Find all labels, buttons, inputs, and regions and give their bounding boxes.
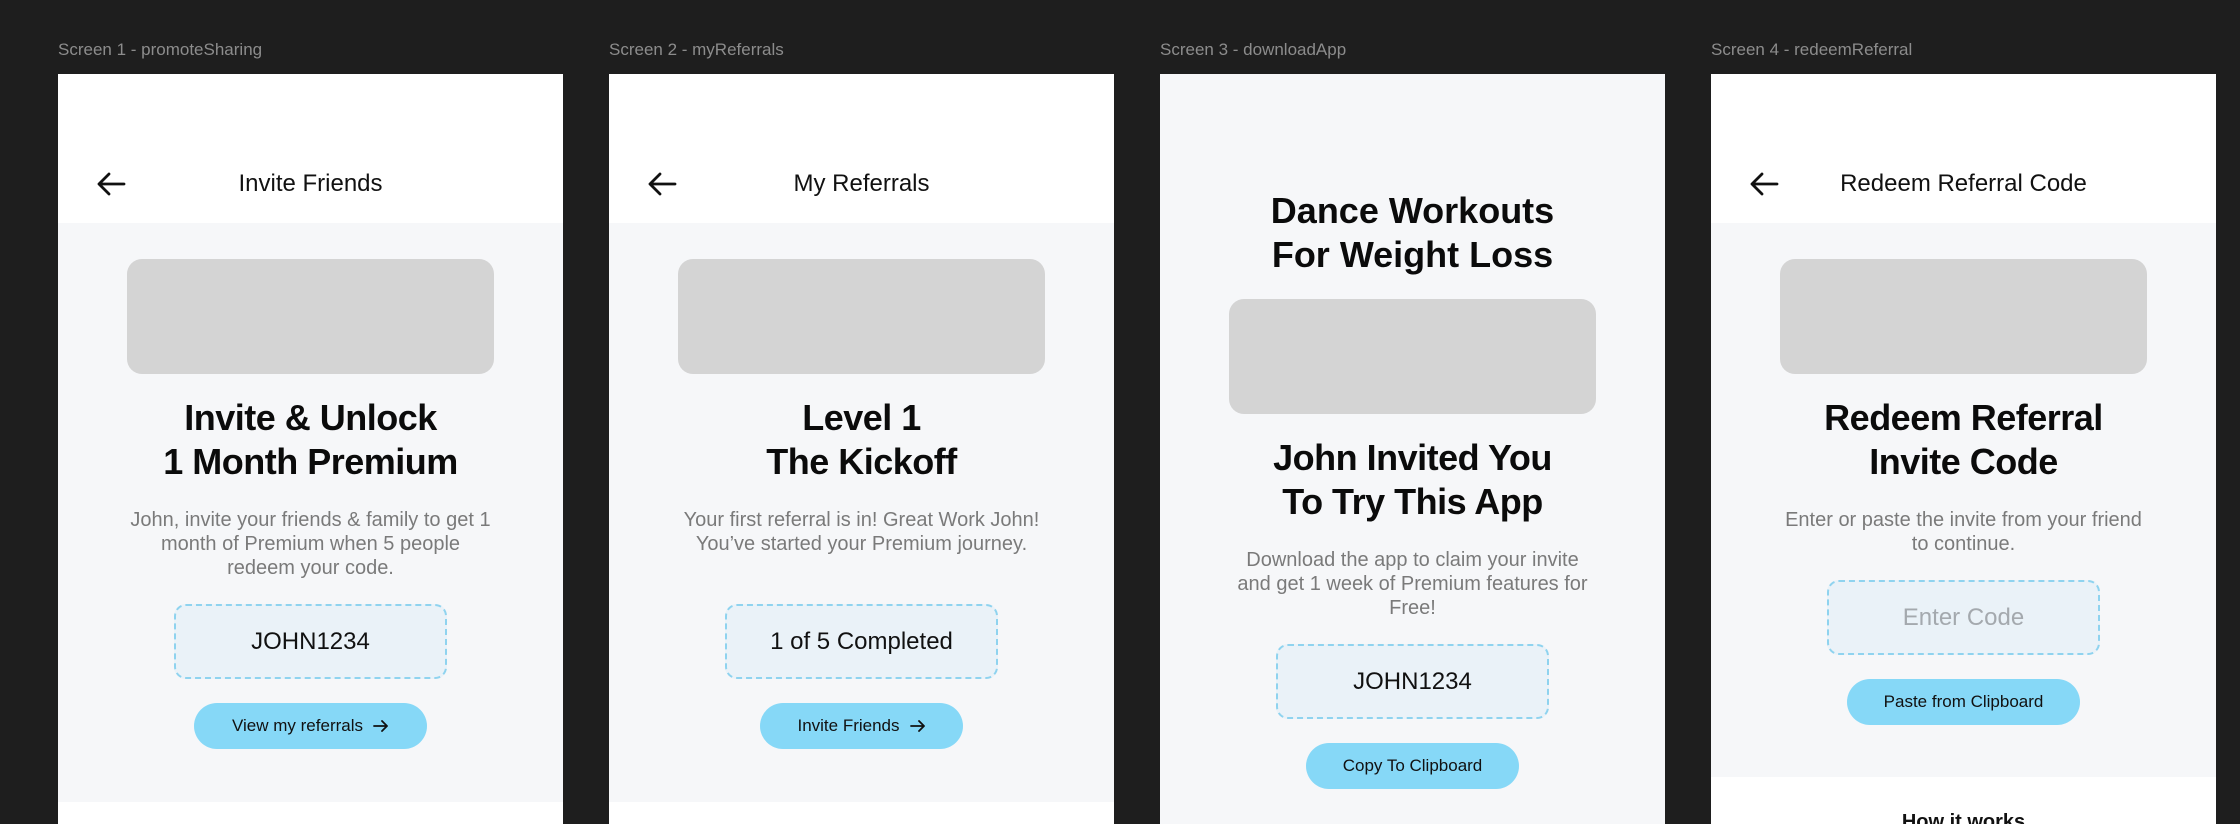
hero-image-placeholder <box>127 259 494 374</box>
app-title-line: For Weight Loss <box>1271 234 1554 275</box>
hero-image-placeholder <box>678 259 1045 374</box>
hero-image-placeholder <box>1229 299 1596 414</box>
screen-redeem-referral: Redeem Referral Code Redeem Referral Inv… <box>1711 74 2216 824</box>
bottom-section <box>609 802 1114 824</box>
bottom-section <box>58 802 563 824</box>
invite-friends-button[interactable]: Invite Friends <box>760 703 963 749</box>
progress-box: 1 of 5 Completed <box>725 604 998 679</box>
description-text: Enter or paste the invite from your frie… <box>1785 509 2142 555</box>
nav-title: Redeem Referral Code <box>1840 170 2087 197</box>
headline-line: 1 Month Premium <box>163 441 458 482</box>
hero-image-placeholder <box>1780 259 2147 374</box>
copy-to-clipboard-button[interactable]: Copy To Clipboard <box>1306 743 1519 789</box>
headline-line: To Try This App <box>1282 481 1543 522</box>
app-title: Dance Workouts For Weight Loss <box>1160 189 1665 277</box>
top-bar: My Referrals <box>609 74 1114 223</box>
top-bar: Invite Friends <box>58 74 563 223</box>
app-title-line: Dance Workouts <box>1270 190 1555 231</box>
headline-line: The Kickoff <box>766 441 957 482</box>
screen-my-referrals: My Referrals Level 1 The Kickoff Your fi… <box>609 74 1114 824</box>
arrow-right-icon <box>909 720 925 732</box>
description-text: Your first referral is in! Great Work Jo… <box>683 509 1040 555</box>
headline-line: John Invited You <box>1273 437 1552 478</box>
view-referrals-button[interactable]: View my referrals <box>194 703 427 749</box>
screen-label: Screen 1 - promoteSharing <box>58 40 263 59</box>
headline: Level 1 The Kickoff <box>609 396 1114 484</box>
button-label: View my referrals <box>232 716 363 735</box>
headline-line: Level 1 <box>802 397 921 438</box>
button-label: Invite Friends <box>797 716 900 735</box>
nav-title: My Referrals <box>793 170 930 197</box>
screen-label: Screen 3 - downloadApp <box>1160 40 1347 59</box>
referral-code-box: JOHN1234 <box>1276 644 1549 719</box>
screen-label: Screen 4 - redeemReferral <box>1711 40 1913 59</box>
headline-line: Invite Code <box>1869 441 2058 482</box>
nav-title: Invite Friends <box>238 170 383 197</box>
description-text: Download the app to claim your invite an… <box>1237 549 1588 619</box>
referral-code-box: JOHN1234 <box>174 604 447 679</box>
headline: John Invited You To Try This App <box>1160 436 1665 524</box>
top-bar: Redeem Referral Code <box>1711 74 2216 223</box>
code-input[interactable]: Enter Code <box>1827 580 2100 655</box>
screen-download-app: Dance Workouts For Weight Loss John Invi… <box>1160 74 1665 824</box>
paste-from-clipboard-button[interactable]: Paste from Clipboard <box>1847 679 2080 725</box>
section-title: How it works <box>1901 811 2026 824</box>
screen-label: Screen 2 - myReferrals <box>609 40 784 59</box>
headline: Invite & Unlock 1 Month Premium <box>58 396 563 484</box>
headline-line: Invite & Unlock <box>184 397 437 438</box>
description-text: John, invite your friends & family to ge… <box>130 509 491 579</box>
headline-line: Redeem Referral <box>1824 397 2103 438</box>
arrow-right-icon <box>373 720 388 732</box>
how-it-works-section: How it works <box>1711 777 2216 824</box>
screen-promote-sharing: Invite Friends Invite & Unlock 1 Month P… <box>58 74 563 824</box>
headline: Redeem Referral Invite Code <box>1711 396 2216 484</box>
